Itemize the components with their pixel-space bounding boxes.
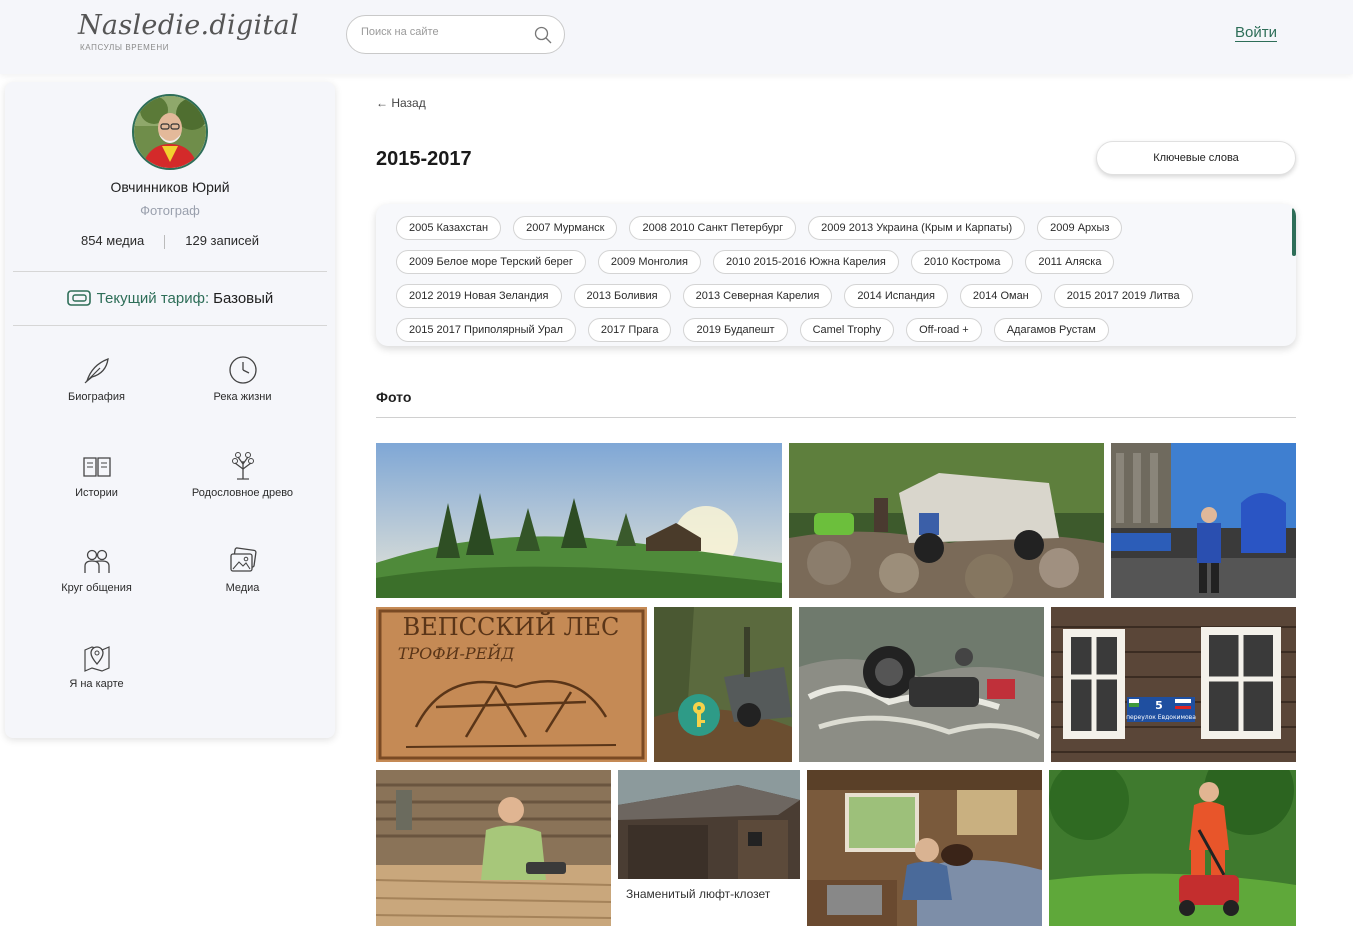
keyword-tag[interactable]: 2013 Северная Карелия (682, 284, 833, 308)
keyword-tag[interactable]: Camel Trophy (799, 318, 895, 342)
sidebar-divider (13, 325, 327, 326)
back-link[interactable]: ← Назад (376, 96, 426, 110)
menu-item-label: Круг общения (61, 582, 132, 594)
wooden-sign-subtitle: ТРОФИ-РЕЙД (398, 642, 516, 663)
keyword-tag[interactable]: 2007 Мурманск (513, 216, 618, 240)
photos-icon (229, 547, 257, 572)
section-title: Фото (376, 389, 412, 405)
tariff-label: Текущий тариф: (96, 290, 210, 307)
menu-item-stories[interactable]: Истории (24, 451, 169, 499)
keyword-tag[interactable]: 2014 Оман (959, 284, 1042, 308)
keyword-tag[interactable]: 2015 2017 Приполярный Урал (396, 318, 576, 342)
section-divider (376, 417, 1296, 418)
media-count: 854 медиа (80, 233, 145, 248)
keyword-tag[interactable]: 2009 Белое море Терский берег (396, 250, 586, 274)
login-link[interactable]: Войти (1235, 24, 1277, 41)
profile-role: Фотограф (140, 203, 200, 218)
street-sign-number: 5 (1155, 699, 1163, 712)
menu-item-label: Биография (68, 391, 125, 403)
keyword-tag[interactable]: 2015 2017 2019 Литва (1053, 284, 1193, 308)
profile-sidebar: Овчинников Юрий Фотограф 854 медиа 129 за… (5, 82, 335, 738)
keyword-tag[interactable]: 2014 Испандия (844, 284, 948, 308)
profile-stats: 854 медиа 129 записей (5, 233, 335, 249)
photo-lawnmower[interactable] (1049, 770, 1296, 926)
menu-item-life-river[interactable]: Река жизни (170, 355, 315, 403)
menu-item-label: Истории (75, 487, 118, 499)
search-icon[interactable] (534, 26, 552, 44)
family-tree-icon (231, 452, 254, 480)
page-title: 2015-2017 (376, 148, 472, 170)
keyword-tag[interactable]: 2011 Аляска (1025, 250, 1115, 274)
tariff-value: Базовый (213, 290, 274, 307)
avatar[interactable] (132, 94, 208, 170)
people-icon (83, 549, 110, 573)
photo-man-with-dog[interactable] (807, 770, 1042, 926)
profile-name: Овчинников Юрий (110, 179, 230, 195)
keyword-tag[interactable]: 2005 Казахстан (396, 216, 502, 240)
keyword-tag[interactable]: 2009 Монголия (597, 250, 702, 274)
map-pin-icon (83, 646, 110, 672)
menu-item-family-tree[interactable]: Родословное древо (170, 451, 315, 499)
search-box (346, 15, 565, 54)
menu-item-label: Река жизни (213, 391, 272, 403)
keyword-tag[interactable]: 2019 Будапешт (683, 318, 788, 342)
menu-item-label: Медиа (225, 582, 260, 594)
site-logo[interactable]: Nasledie.digital КАПСУЛЫ ВРЕМЕНИ (78, 10, 299, 52)
keyword-tag[interactable]: 2009 2013 Украина (Крым и Карпаты) (808, 216, 1026, 240)
keyword-tag[interactable]: Адагамов Рустам (993, 318, 1109, 342)
photo-privy[interactable]: Знаменитый люфт-клозет (618, 770, 800, 926)
keyword-tag[interactable]: 2012 2019 Новая Зеландия (396, 284, 562, 308)
wooden-sign-title: ВЕПССКИЙ ЛЕС (403, 611, 620, 641)
menu-item-media[interactable]: Медиа (170, 546, 315, 594)
keyword-tag[interactable]: 2017 Прага (587, 318, 672, 342)
menu-item-biography[interactable]: Биография (24, 355, 169, 403)
photo-caption: Знаменитый люфт-клозет (618, 879, 800, 926)
keyword-tag[interactable]: 2013 Боливия (573, 284, 671, 308)
tag-list: 2005 Казахстан 2007 Мурманск 2008 2010 Сан… (396, 216, 1276, 342)
wallet-icon (66, 290, 91, 306)
keyword-tag[interactable]: 2009 Архыз (1037, 216, 1123, 240)
sidebar-divider (13, 271, 327, 272)
feather-icon (84, 358, 109, 384)
photo-offroad-rocks[interactable] (789, 443, 1104, 598)
keyword-tag[interactable]: 2010 2015-2016 Южна Карелия (713, 250, 899, 274)
photo-landscape[interactable] (376, 443, 782, 598)
key-badge[interactable] (678, 694, 720, 736)
photo-rally-finish[interactable] (1111, 443, 1296, 598)
menu-item-social-circle[interactable]: Круг общения (24, 546, 169, 594)
logo-tagline: КАПСУЛЫ ВРЕМЕНИ (80, 43, 170, 52)
keywords-button[interactable]: Ключевые слова (1096, 141, 1296, 175)
logo-wordmark: Nasledie.digital (78, 10, 299, 41)
book-icon (82, 457, 111, 477)
photo-woodworker[interactable] (376, 770, 611, 926)
search-input[interactable] (361, 26, 521, 38)
menu-item-label: Родословное древо (191, 487, 294, 499)
photo-forest-jeep[interactable] (654, 607, 792, 762)
site-header: Nasledie.digital КАПСУЛЫ ВРЕМЕНИ Войти (0, 0, 1353, 74)
street-sign-name: переулок Евдокимова (1126, 714, 1196, 721)
clock-icon (228, 356, 257, 384)
menu-item-label: Я на карте (69, 678, 124, 690)
stats-separator (164, 234, 166, 249)
photo-house-windows[interactable]: 5 переулок Евдокимова (1051, 607, 1296, 762)
menu-item-map[interactable]: Я на карте (24, 642, 169, 690)
keywords-panel: 2005 Казахстан 2007 Мурманск 2008 2010 Сан… (376, 204, 1296, 346)
photo-wooden-sign[interactable]: ВЕПССКИЙ ЛЕС ТРОФИ-РЕЙД (376, 607, 647, 762)
current-tariff[interactable]: Текущий тариф: Базовый (5, 290, 335, 307)
key-icon (693, 702, 705, 727)
photo-atv-river[interactable] (799, 607, 1044, 762)
tags-scrollbar[interactable] (1292, 208, 1296, 256)
keyword-tag[interactable]: 2008 2010 Санкт Петербург (629, 216, 797, 240)
keyword-tag[interactable]: Off-road + (906, 318, 982, 342)
records-count: 129 записей (185, 233, 260, 248)
keyword-tag[interactable]: 2010 Кострома (910, 250, 1014, 274)
